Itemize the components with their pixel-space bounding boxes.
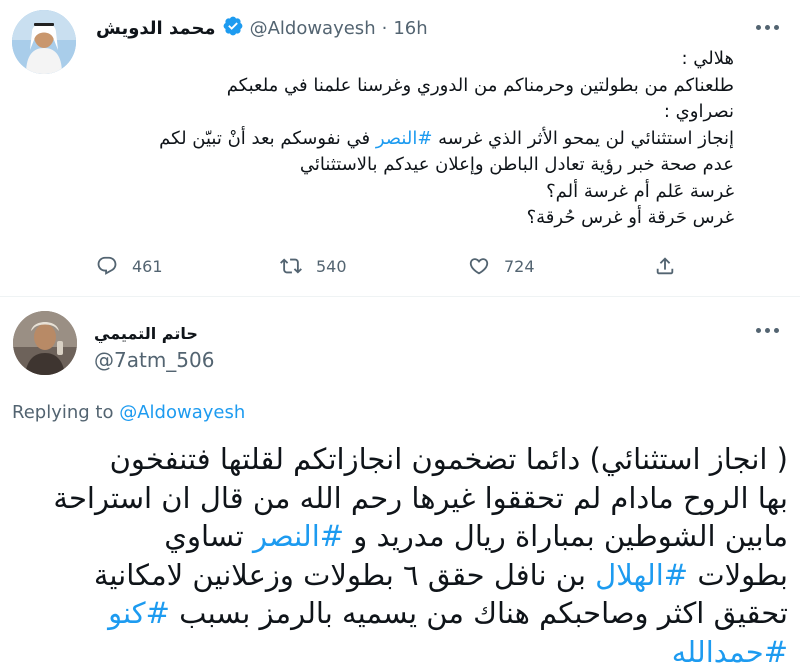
tweet-line: إنجاز استثنائي لن يمحو الأثر الذي غرسه #…	[96, 126, 734, 153]
mention-link[interactable]: @Aldowayesh	[119, 402, 245, 423]
reply-button[interactable]: 461	[96, 255, 163, 277]
author-handle[interactable]: @Aldowayesh	[250, 18, 376, 39]
hashtag-link[interactable]: #النصر	[253, 519, 344, 553]
author-avatar[interactable]	[12, 10, 76, 74]
more-icon[interactable]	[756, 325, 780, 335]
replying-label: Replying to	[12, 402, 114, 423]
reply-author-avatar[interactable]	[13, 311, 77, 375]
retweet-button[interactable]: 540	[280, 255, 347, 277]
reply-author-name[interactable]: حاتم التميمي	[94, 324, 198, 343]
like-count: 724	[504, 256, 535, 276]
hashtag-link[interactable]: #حمدالله	[12, 633, 788, 671]
tweet-line: بها الروح مادام لم تحققوا غيرها رحم الله…	[53, 480, 788, 515]
tweet-main[interactable]: محمد الدويش @Aldowayesh · 16h هلالي : طل…	[0, 0, 800, 297]
tweet-header: محمد الدويش @Aldowayesh · 16h	[96, 14, 428, 42]
tweet-line: مابين الشوطين بمباراة ريال مدريد و #النص…	[12, 517, 788, 556]
tweet-line: غرس حَرقة أو غرس حُرقة؟	[526, 207, 734, 228]
replying-to: Replying to @Aldowayesh	[12, 402, 245, 423]
author-name[interactable]: محمد الدويش	[96, 18, 216, 39]
tweet-line: غرسة عَلم أم غرسة ألم؟	[546, 180, 734, 202]
hashtag-link[interactable]: #الهلال	[595, 558, 688, 592]
tweet-line-part: إنجاز استثنائي لن يمحو الأثر الذي غرسه	[438, 127, 734, 149]
tweet-line: بطولات #الهلال بن نافل حقق ٦ بطولات وزعل…	[12, 556, 788, 595]
separator-dot: ·	[381, 17, 388, 39]
tweet-timestamp[interactable]: 16h	[393, 18, 427, 39]
tweet-line: هلالي :	[681, 48, 734, 69]
reply-count: 461	[132, 256, 163, 276]
reply-icon	[97, 256, 117, 275]
reply-author-handle[interactable]: @7atm_506	[94, 348, 214, 372]
hashtag-link[interactable]: #النصر	[376, 128, 433, 149]
reply-text: ( انجاز استثنائي) دائما تضخمون انجازاتكم…	[12, 440, 788, 671]
retweet-icon	[280, 258, 302, 274]
tweet-line-part: بن نافل حقق ٦ بطولات وزعلانين لامكانية	[93, 557, 586, 592]
tweet-line-part: تساوي	[164, 519, 244, 553]
tweet-line: عدم صحة خبر رؤية تعادل الباطن وإعلان عيد…	[299, 154, 734, 175]
tweet-line-part: بطولات	[697, 557, 788, 592]
tweet-line-part: مابين الشوطين بمباراة ريال مدريد و	[353, 519, 788, 553]
retweet-count: 540	[316, 256, 347, 276]
tweet-line-part: تحقيق اكثر وصاحبكم هناك من يسميه بالرمز …	[179, 596, 788, 630]
tweet-text: هلالي : طلعناكم من بطولتين وحرمناكم من ا…	[96, 46, 734, 232]
tweet-actions: 461 540 724	[0, 255, 800, 279]
tweet-line-part: في نفوسكم بعد أنْ تبيّن لكم	[159, 127, 371, 149]
tweet-line: ( انجاز استثنائي) دائما تضخمون انجازاتكم…	[109, 442, 788, 476]
like-button[interactable]: 724	[468, 255, 535, 277]
tweet-line: طلعناكم من بطولتين وحرمناكم من الدوري وغ…	[226, 74, 734, 96]
like-icon	[469, 258, 489, 275]
more-icon[interactable]	[756, 22, 780, 32]
tweet-line: نصراوي :	[663, 101, 734, 122]
share-icon	[656, 257, 674, 275]
hashtag-link[interactable]: #كنو	[108, 596, 170, 630]
share-button[interactable]	[654, 255, 676, 277]
tweet-line: تحقيق اكثر وصاحبكم هناك من يسميه بالرمز …	[12, 594, 788, 633]
verified-badge-icon	[222, 15, 244, 41]
